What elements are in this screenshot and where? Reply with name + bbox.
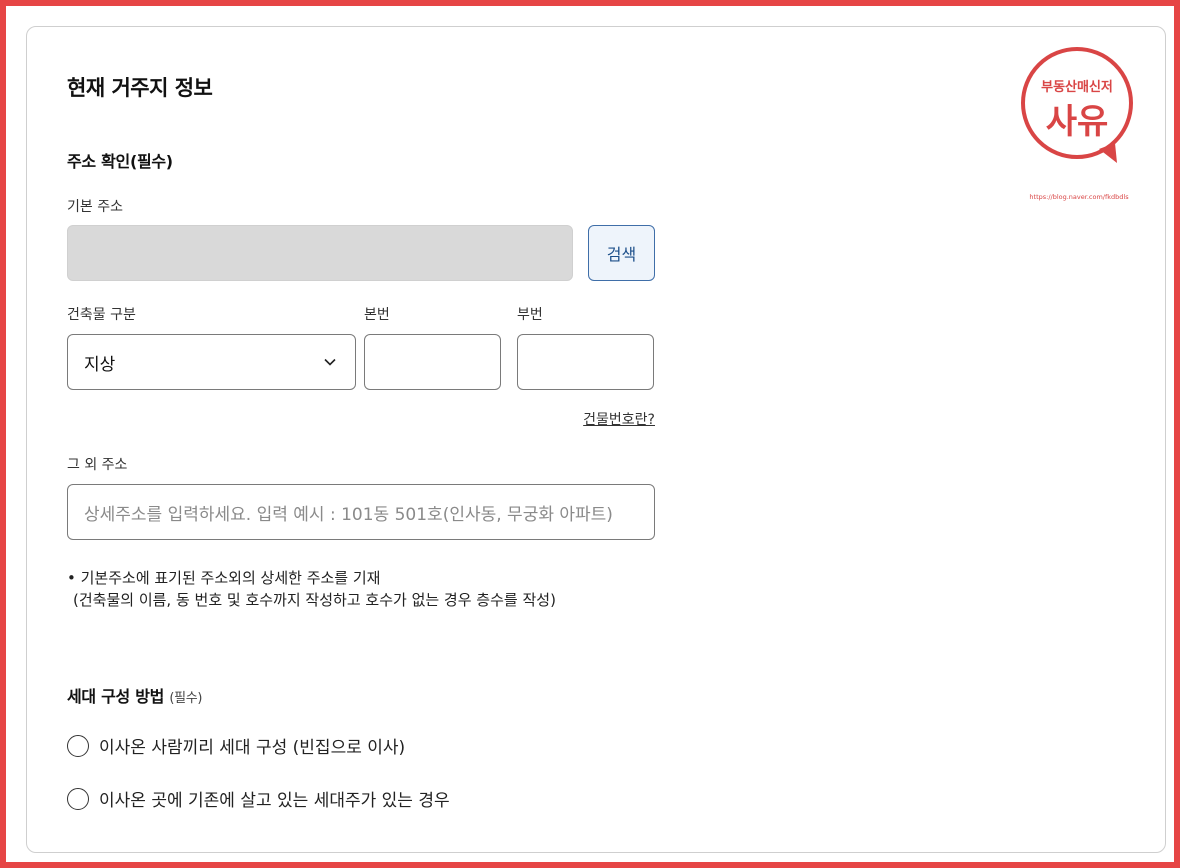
main-number-input[interactable]	[364, 334, 501, 390]
sub-number-input[interactable]	[517, 334, 654, 390]
logo-badge-icon: 부동산매신저 사유 https://blog.naver.com/fkdbdls	[1021, 47, 1133, 201]
radio-button[interactable]	[67, 734, 89, 757]
other-address-label: 그 외 주소	[67, 457, 128, 473]
chevron-down-icon	[324, 358, 336, 366]
base-address-input[interactable]	[67, 225, 573, 281]
logo-main-text: 사유	[1046, 102, 1109, 142]
building-type-label: 건축물 구분	[67, 307, 136, 323]
radio-button[interactable]	[67, 787, 89, 810]
household-option-label: 이사온 곳에 기존에 살고 있는 세대주가 있는 경우	[99, 791, 450, 811]
main-no-label: 본번	[364, 307, 390, 323]
building-type-select[interactable]: 지상	[67, 334, 356, 390]
building-type-value: 지상	[84, 354, 116, 375]
page-title: 현재 거주지 정보	[67, 76, 213, 100]
household-option-new[interactable]: 이사온 사람끼리 세대 구성 (빈집으로 이사)	[67, 733, 405, 758]
household-option-existing[interactable]: 이사온 곳에 기존에 살고 있는 세대주가 있는 경우	[67, 786, 450, 811]
residence-info-card: 현재 거주지 정보 주소 확인(필수) 기본 주소 검색 건축물 구분 본번 부…	[26, 26, 1166, 853]
watermark-logo: 부동산매신저 사유 https://blog.naver.com/fkdbdls	[1017, 45, 1139, 205]
address-search-button[interactable]: 검색	[588, 225, 655, 281]
address-note-line2: (건축물의 이름, 동 번호 및 호수까지 작성하고 호수가 없는 경우 층수를…	[73, 591, 556, 609]
logo-url-text: https://blog.naver.com/fkdbdls	[1029, 193, 1129, 201]
sub-no-label: 부번	[517, 307, 543, 323]
address-note-line1: • 기본주소에 표기된 주소외의 상세한 주소를 기재	[67, 569, 381, 587]
household-required-tag: (필수)	[169, 691, 203, 706]
household-title-text: 세대 구성 방법	[67, 687, 165, 706]
detail-address-input[interactable]: 상세주소를 입력하세요. 입력 예시 : 101동 501호(인사동, 무궁화 …	[67, 484, 655, 540]
address-section-title: 주소 확인(필수)	[67, 152, 173, 171]
household-option-label: 이사온 사람끼리 세대 구성 (빈집으로 이사)	[99, 738, 406, 758]
screenshot-frame: 현재 거주지 정보 주소 확인(필수) 기본 주소 검색 건축물 구분 본번 부…	[0, 0, 1180, 868]
household-section-title: 세대 구성 방법 (필수)	[67, 683, 203, 707]
building-number-help-link[interactable]: 건물번호란?	[573, 409, 655, 429]
base-address-label: 기본 주소	[67, 199, 123, 215]
logo-top-text: 부동산매신저	[1041, 79, 1113, 95]
